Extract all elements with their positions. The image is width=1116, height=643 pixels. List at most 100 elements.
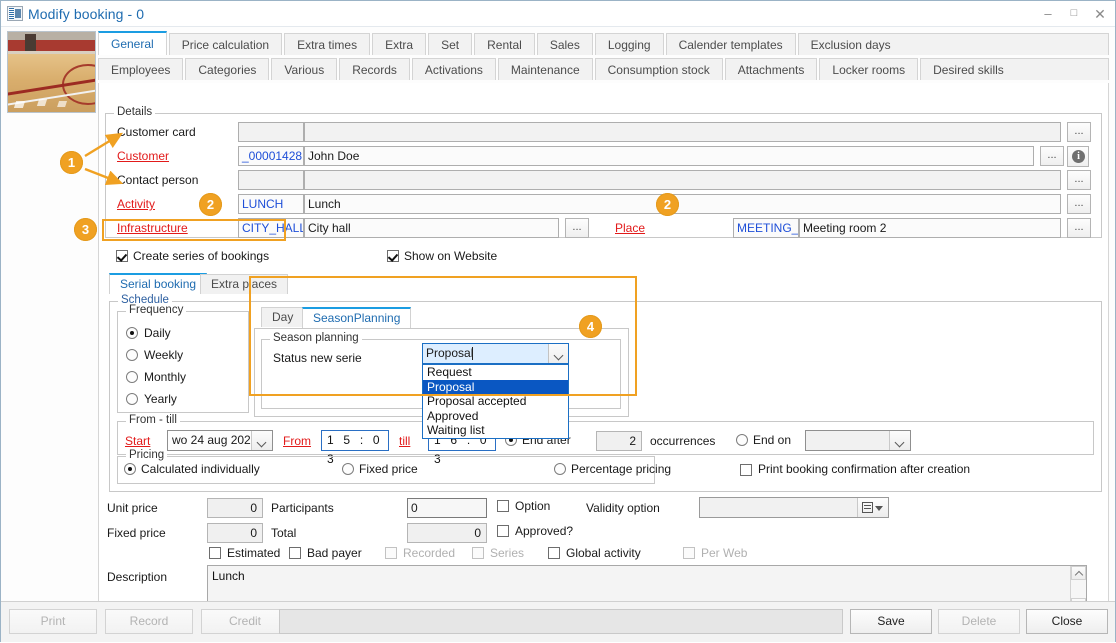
contact-person-browse-button[interactable]: ... bbox=[1067, 170, 1091, 190]
dropdown-option-proposal[interactable]: Proposal bbox=[423, 380, 568, 395]
global-activity-checkbox[interactable] bbox=[548, 547, 560, 559]
maximize-icon[interactable]: □ bbox=[1061, 3, 1087, 25]
occurrences-input[interactable]: 2 bbox=[596, 431, 642, 451]
customer-link-label[interactable]: Customer bbox=[117, 149, 169, 163]
tab-set[interactable]: Set bbox=[428, 33, 472, 55]
total-input[interactable]: 0 bbox=[407, 523, 487, 543]
tab-rental[interactable]: Rental bbox=[474, 33, 535, 55]
close-button[interactable]: Close bbox=[1026, 609, 1108, 634]
tab-day[interactable]: Day bbox=[261, 307, 304, 327]
bad-payer-checkbox[interactable] bbox=[289, 547, 301, 559]
from-time-input[interactable]: 1 5 : 0 3 bbox=[321, 430, 389, 451]
pricing-calculated-radio[interactable] bbox=[124, 463, 136, 475]
start-link-label[interactable]: Start bbox=[125, 434, 150, 448]
participants-input[interactable]: 0 bbox=[407, 498, 487, 518]
customer-browse-button[interactable]: ... bbox=[1040, 146, 1064, 166]
create-series-checkbox[interactable] bbox=[116, 250, 128, 262]
place-browse-button[interactable]: ... bbox=[1067, 218, 1091, 238]
series-label: Series bbox=[490, 546, 524, 560]
season-planning-caption: Season planning bbox=[270, 332, 362, 344]
customer-card-code-input[interactable] bbox=[238, 122, 304, 142]
customer-card-browse-button[interactable]: ... bbox=[1067, 122, 1091, 142]
print-confirmation-checkbox[interactable] bbox=[740, 464, 752, 476]
tab-records[interactable]: Records bbox=[339, 58, 410, 80]
tab-employees[interactable]: Employees bbox=[98, 58, 183, 80]
estimated-checkbox[interactable] bbox=[209, 547, 221, 559]
series-checkbox bbox=[472, 547, 484, 559]
chevron-down-icon[interactable] bbox=[548, 344, 568, 363]
dropdown-option-waiting-list[interactable]: Waiting list bbox=[423, 423, 568, 438]
delete-button[interactable]: Delete bbox=[938, 609, 1020, 634]
start-date-picker[interactable]: wo 24 aug 2022 bbox=[167, 430, 273, 451]
tab-logging[interactable]: Logging bbox=[595, 33, 664, 55]
tab-various[interactable]: Various bbox=[271, 58, 337, 80]
print-button[interactable]: Print bbox=[9, 609, 97, 634]
tab-serial-booking[interactable]: Serial booking bbox=[109, 273, 207, 294]
frequency-weekly-radio[interactable] bbox=[126, 349, 138, 361]
tab-categories[interactable]: Categories bbox=[185, 58, 269, 80]
frequency-monthly-radio[interactable] bbox=[126, 371, 138, 383]
tab-calender-templates[interactable]: Calender templates bbox=[666, 33, 796, 55]
credit-button[interactable]: Credit bbox=[201, 609, 289, 634]
fixed-price-input[interactable]: 0 bbox=[207, 523, 263, 543]
contact-person-name-input[interactable] bbox=[304, 170, 1061, 190]
infrastructure-name-input[interactable]: City hall bbox=[304, 218, 559, 238]
status-new-serie-combo[interactable]: Proposal bbox=[422, 343, 569, 364]
place-code-input[interactable]: MEETING_ bbox=[733, 218, 799, 238]
unit-price-input[interactable]: 0 bbox=[207, 498, 263, 518]
activity-browse-button[interactable]: ... bbox=[1067, 194, 1091, 214]
pricing-fixed-radio[interactable] bbox=[342, 463, 354, 475]
frequency-yearly-radio[interactable] bbox=[126, 393, 138, 405]
close-icon[interactable]: ✕ bbox=[1087, 3, 1113, 25]
end-on-chevron-icon[interactable] bbox=[889, 431, 910, 450]
dropdown-option-approved[interactable]: Approved bbox=[423, 409, 568, 424]
infrastructure-browse-button[interactable]: ... bbox=[565, 218, 589, 238]
activity-link-label[interactable]: Activity bbox=[117, 197, 155, 211]
save-button[interactable]: Save bbox=[850, 609, 932, 634]
dropdown-option-request[interactable]: Request bbox=[423, 365, 568, 380]
infrastructure-link-label[interactable]: Infrastructure bbox=[117, 221, 188, 235]
tab-exclusion-days[interactable]: Exclusion days bbox=[798, 33, 1109, 55]
pricing-percentage-radio[interactable] bbox=[554, 463, 566, 475]
place-link-label[interactable]: Place bbox=[615, 221, 645, 235]
record-button[interactable]: Record bbox=[105, 609, 193, 634]
tab-extra[interactable]: Extra bbox=[372, 33, 426, 55]
approved-checkbox[interactable] bbox=[497, 525, 509, 537]
minimize-icon[interactable]: – bbox=[1035, 3, 1061, 25]
scroll-up-icon[interactable] bbox=[1071, 566, 1086, 580]
tab-extra-times[interactable]: Extra times bbox=[284, 33, 370, 55]
status-new-serie-dropdown-list[interactable]: Request Proposal Proposal accepted Appro… bbox=[422, 364, 569, 439]
tab-price-calculation[interactable]: Price calculation bbox=[169, 33, 282, 55]
tab-extra-places[interactable]: Extra places bbox=[200, 274, 288, 294]
tab-sales[interactable]: Sales bbox=[537, 33, 593, 55]
customer-card-name-input[interactable] bbox=[304, 122, 1061, 142]
footer-status-field bbox=[279, 609, 843, 634]
tab-activations[interactable]: Activations bbox=[412, 58, 496, 80]
activity-code-input[interactable]: LUNCH bbox=[238, 194, 304, 214]
customer-info-button[interactable]: i bbox=[1067, 146, 1089, 167]
activity-name-input[interactable]: Lunch bbox=[304, 194, 1061, 214]
from-link-label[interactable]: From bbox=[283, 434, 311, 448]
frequency-daily-radio[interactable] bbox=[126, 327, 138, 339]
till-link-label[interactable]: till bbox=[399, 434, 410, 448]
place-name-input[interactable]: Meeting room 2 bbox=[799, 218, 1061, 238]
validity-option-picker[interactable] bbox=[699, 497, 889, 518]
tab-season-planning[interactable]: SeasonPlanning bbox=[302, 307, 411, 328]
tab-attachments[interactable]: Attachments bbox=[725, 58, 818, 80]
dropdown-option-proposal-accepted[interactable]: Proposal accepted bbox=[423, 394, 568, 409]
tab-desired-skills[interactable]: Desired skills bbox=[920, 58, 1109, 80]
calendar-chevron-icon[interactable] bbox=[251, 431, 272, 450]
infrastructure-code-input[interactable]: CITY_HALL bbox=[238, 218, 304, 238]
customer-code-input[interactable]: _00001428 bbox=[238, 146, 304, 166]
end-on-radio[interactable] bbox=[736, 434, 748, 446]
tab-general[interactable]: General bbox=[98, 31, 167, 55]
tab-locker-rooms[interactable]: Locker rooms bbox=[819, 58, 918, 80]
validity-dropdown-icon[interactable] bbox=[857, 498, 888, 517]
tab-consumption-stock[interactable]: Consumption stock bbox=[595, 58, 723, 80]
end-on-date-picker[interactable] bbox=[805, 430, 911, 451]
contact-person-code-input[interactable] bbox=[238, 170, 304, 190]
tab-maintenance[interactable]: Maintenance bbox=[498, 58, 593, 80]
customer-name-input[interactable]: John Doe bbox=[304, 146, 1034, 166]
show-on-website-checkbox[interactable] bbox=[387, 250, 399, 262]
option-checkbox[interactable] bbox=[497, 500, 509, 512]
